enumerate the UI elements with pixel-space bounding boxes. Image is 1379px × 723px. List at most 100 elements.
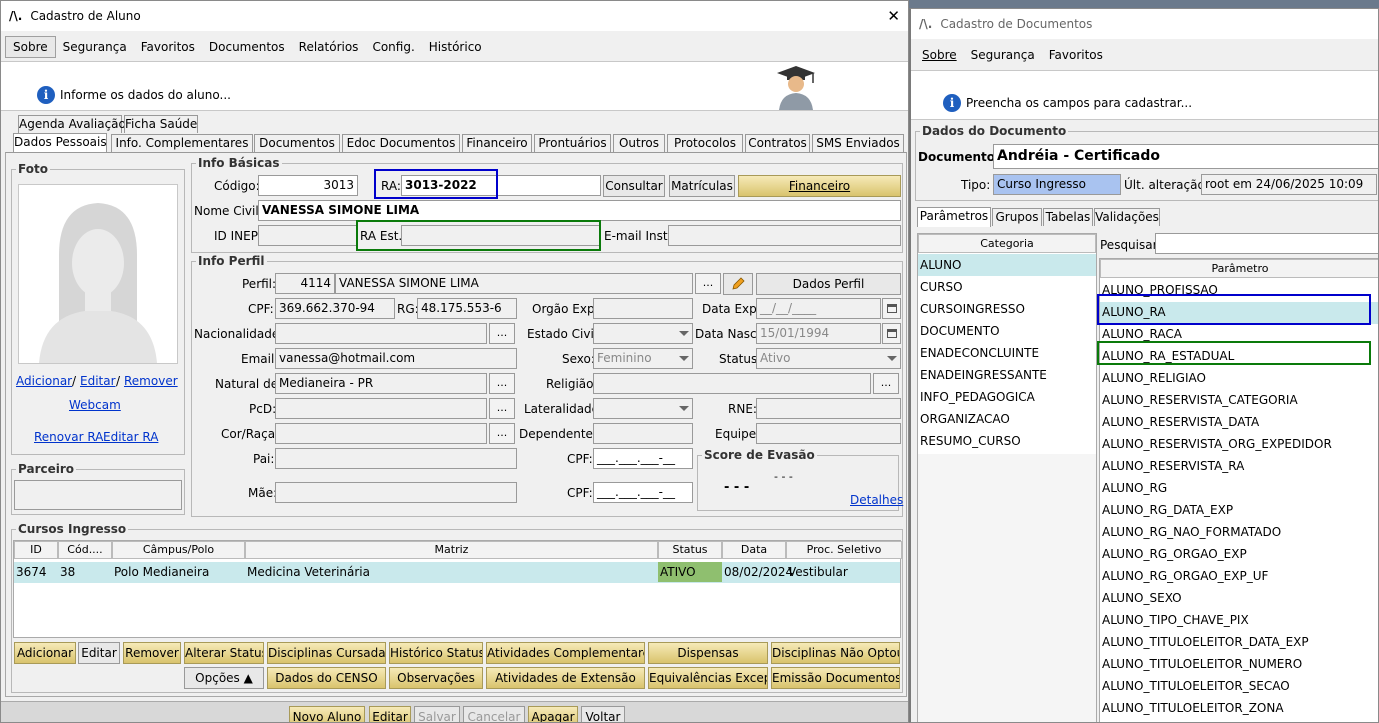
matriculas-button[interactable]: Matrículas <box>669 175 735 197</box>
list-item[interactable]: ENADEINGRESSANTE <box>920 368 1047 382</box>
perfil-search-button[interactable]: ... <box>695 273 721 294</box>
atividades-complementares-button[interactable]: Atividades Complementares <box>486 642 645 664</box>
list-item[interactable]: DOCUMENTO <box>920 324 1000 338</box>
list-item[interactable]: ALUNO_TITULOELEITOR_SECAO <box>1102 679 1290 693</box>
editar-foto-link[interactable]: Editar <box>80 374 116 388</box>
email-field[interactable]: vanessa@hotmail.com <box>275 348 517 369</box>
tab-outros[interactable]: Outros <box>613 134 665 152</box>
list-item[interactable]: ALUNO_RESERVISTA_CATEGORIA <box>1102 393 1298 407</box>
tab-tabelas[interactable]: Tabelas <box>1043 208 1093 226</box>
list-item[interactable]: ALUNO_TITULOELEITOR_DATA_EXP <box>1102 635 1309 649</box>
list-item[interactable]: ALUNO_TITULOELEITOR_NUMERO <box>1102 657 1302 671</box>
disciplinas-cursadas-button[interactable]: Disciplinas Cursadas <box>267 642 386 664</box>
dados-censo-button[interactable]: Dados do CENSO <box>267 667 386 689</box>
sexo-select[interactable]: Feminino <box>593 348 693 369</box>
status-select[interactable]: Ativo <box>756 348 901 369</box>
menu-historico[interactable]: Histórico <box>422 37 489 57</box>
voltar-button[interactable]: Voltar <box>581 706 625 722</box>
nome-civil-field[interactable]: VANESSA SIMONE LIMA <box>258 200 901 221</box>
editar-curso-button[interactable]: Editar <box>78 642 120 664</box>
data-nasc-calendar-icon[interactable] <box>882 323 901 344</box>
list-item[interactable]: CURSO <box>920 280 963 294</box>
menu-relatorios[interactable]: Relatórios <box>292 37 366 57</box>
close-icon[interactable]: ✕ <box>887 7 900 25</box>
dispensas-button[interactable]: Dispensas <box>648 642 768 664</box>
dados-perfil-button[interactable]: Dados Perfil <box>756 273 901 295</box>
col-data[interactable]: Data <box>722 541 786 559</box>
col-proc-seletivo[interactable]: Proc. Seletivo <box>786 541 902 559</box>
list-item[interactable]: ALUNO_SEXO <box>1102 591 1182 605</box>
estado-civil-select[interactable] <box>593 323 693 344</box>
doc-menu-seguranca[interactable]: Segurança <box>964 45 1042 65</box>
disciplinas-nao-optou-button[interactable]: Disciplinas Não Optou <box>771 642 900 664</box>
apagar-button[interactable]: Apagar <box>528 706 578 722</box>
consultar-button[interactable]: Consultar <box>603 175 665 197</box>
menu-config[interactable]: Config. <box>365 37 421 57</box>
list-item[interactable]: RESUMO_CURSO <box>920 434 1021 448</box>
list-item[interactable]: INFO_PEDAGOGICA <box>920 390 1035 404</box>
cpf-field[interactable]: 369.662.370-94 <box>275 298 395 319</box>
tab-dados-pessoais[interactable]: Dados Pessoais <box>13 133 107 153</box>
list-item[interactable]: ALUNO_RESERVISTA_ORG_EXPEDIDOR <box>1102 437 1332 451</box>
doc-menu-favoritos[interactable]: Favoritos <box>1042 45 1110 65</box>
cpf-mae-field[interactable]: ___.___.___-__ <box>593 482 693 503</box>
cor-raca-search-button[interactable]: ... <box>489 423 515 444</box>
tab-validacoes[interactable]: Validações <box>1094 208 1160 226</box>
list-item[interactable]: ALUNO_RG_ORGAO_EXP_UF <box>1102 569 1268 583</box>
tab-parametros[interactable]: Parâmetros <box>917 207 991 227</box>
natural-de-search-button[interactable]: ... <box>489 373 515 394</box>
adicionar-foto-link[interactable]: Adicionar <box>16 374 72 388</box>
list-item[interactable]: ALUNO_RESERVISTA_RA <box>1102 459 1244 473</box>
pcd-search-button[interactable]: ... <box>489 398 515 419</box>
renovar-ra-link[interactable]: Renovar RA <box>34 430 103 444</box>
salvar-button[interactable]: Salvar <box>414 706 460 722</box>
tab-financeiro[interactable]: Financeiro <box>462 134 532 152</box>
lateralidade-select[interactable] <box>593 398 693 419</box>
alterar-status-button[interactable]: Alterar Status <box>184 642 264 664</box>
email-inst-field[interactable] <box>668 225 901 246</box>
tab-contratos[interactable]: Contratos <box>745 134 810 152</box>
pcd-field[interactable] <box>275 398 487 419</box>
id-inep-field[interactable] <box>258 225 358 246</box>
doc-menu-sobre[interactable]: Sobre <box>915 45 964 65</box>
equipe-field[interactable] <box>756 423 901 444</box>
data-exp-calendar-icon[interactable] <box>882 298 901 319</box>
list-item[interactable]: CURSOINGRESSO <box>920 302 1025 316</box>
menu-documentos[interactable]: Documentos <box>202 37 292 57</box>
col-campus[interactable]: Câmpus/Polo <box>112 541 245 559</box>
perfil-code-field[interactable]: 4114 <box>275 273 335 294</box>
dependentes-field[interactable] <box>593 423 693 444</box>
tab-agenda-avaliacao[interactable]: Agenda Avaliação <box>18 115 126 133</box>
orgao-exp-field[interactable] <box>593 298 693 319</box>
remover-curso-button[interactable]: Remover <box>123 642 181 664</box>
list-item[interactable]: ALUNO_RG_DATA_EXP <box>1102 503 1233 517</box>
observacoes-button[interactable]: Observações <box>389 667 483 689</box>
atividades-extensao-button[interactable]: Atividades de Extensão <box>486 667 645 689</box>
table-row[interactable]: 3674 38 Polo Medianeira Medicina Veterin… <box>14 562 900 583</box>
tab-ficha-saude[interactable]: Ficha Saúde <box>124 115 198 133</box>
emissao-documentos-button[interactable]: Emissão Documentos <box>771 667 900 689</box>
cor-raca-field[interactable] <box>275 423 487 444</box>
opcoes-button[interactable]: Opções ▲ <box>184 667 264 689</box>
list-item[interactable]: ALUNO_RELIGIAO <box>1102 371 1206 385</box>
tab-edoc-documentos[interactable]: Edoc Documentos <box>342 134 460 152</box>
list-item[interactable]: ALUNO_TITULOELEITOR_ZONA <box>1102 701 1284 715</box>
nacionalidade-field[interactable] <box>275 323 487 344</box>
financeiro-button[interactable]: Financeiro <box>738 175 901 197</box>
detalhes-link[interactable]: Detalhes <box>850 493 903 507</box>
col-matriz[interactable]: Matriz <box>245 541 658 559</box>
novo-aluno-button[interactable]: Novo Aluno <box>289 706 365 722</box>
cancelar-button[interactable]: Cancelar <box>463 706 525 722</box>
remover-foto-link[interactable]: Remover <box>124 374 178 388</box>
list-item[interactable]: ORGANIZACAO <box>920 412 1010 426</box>
edit-perfil-button[interactable] <box>723 273 753 295</box>
list-item[interactable]: ALUNO_RESERVISTA_DATA <box>1102 415 1259 429</box>
data-exp-field[interactable]: __/__/____ <box>756 298 881 319</box>
historico-status-button[interactable]: Histórico Status <box>389 642 483 664</box>
menu-sobre[interactable]: Sobre <box>5 36 56 58</box>
parceiro-field[interactable] <box>14 480 182 510</box>
menu-favoritos[interactable]: Favoritos <box>134 37 202 57</box>
categoria-header[interactable]: Categoria <box>918 234 1096 253</box>
webcam-link[interactable]: Webcam <box>69 398 121 412</box>
natural-de-field[interactable]: Medianeira - PR <box>275 373 487 394</box>
